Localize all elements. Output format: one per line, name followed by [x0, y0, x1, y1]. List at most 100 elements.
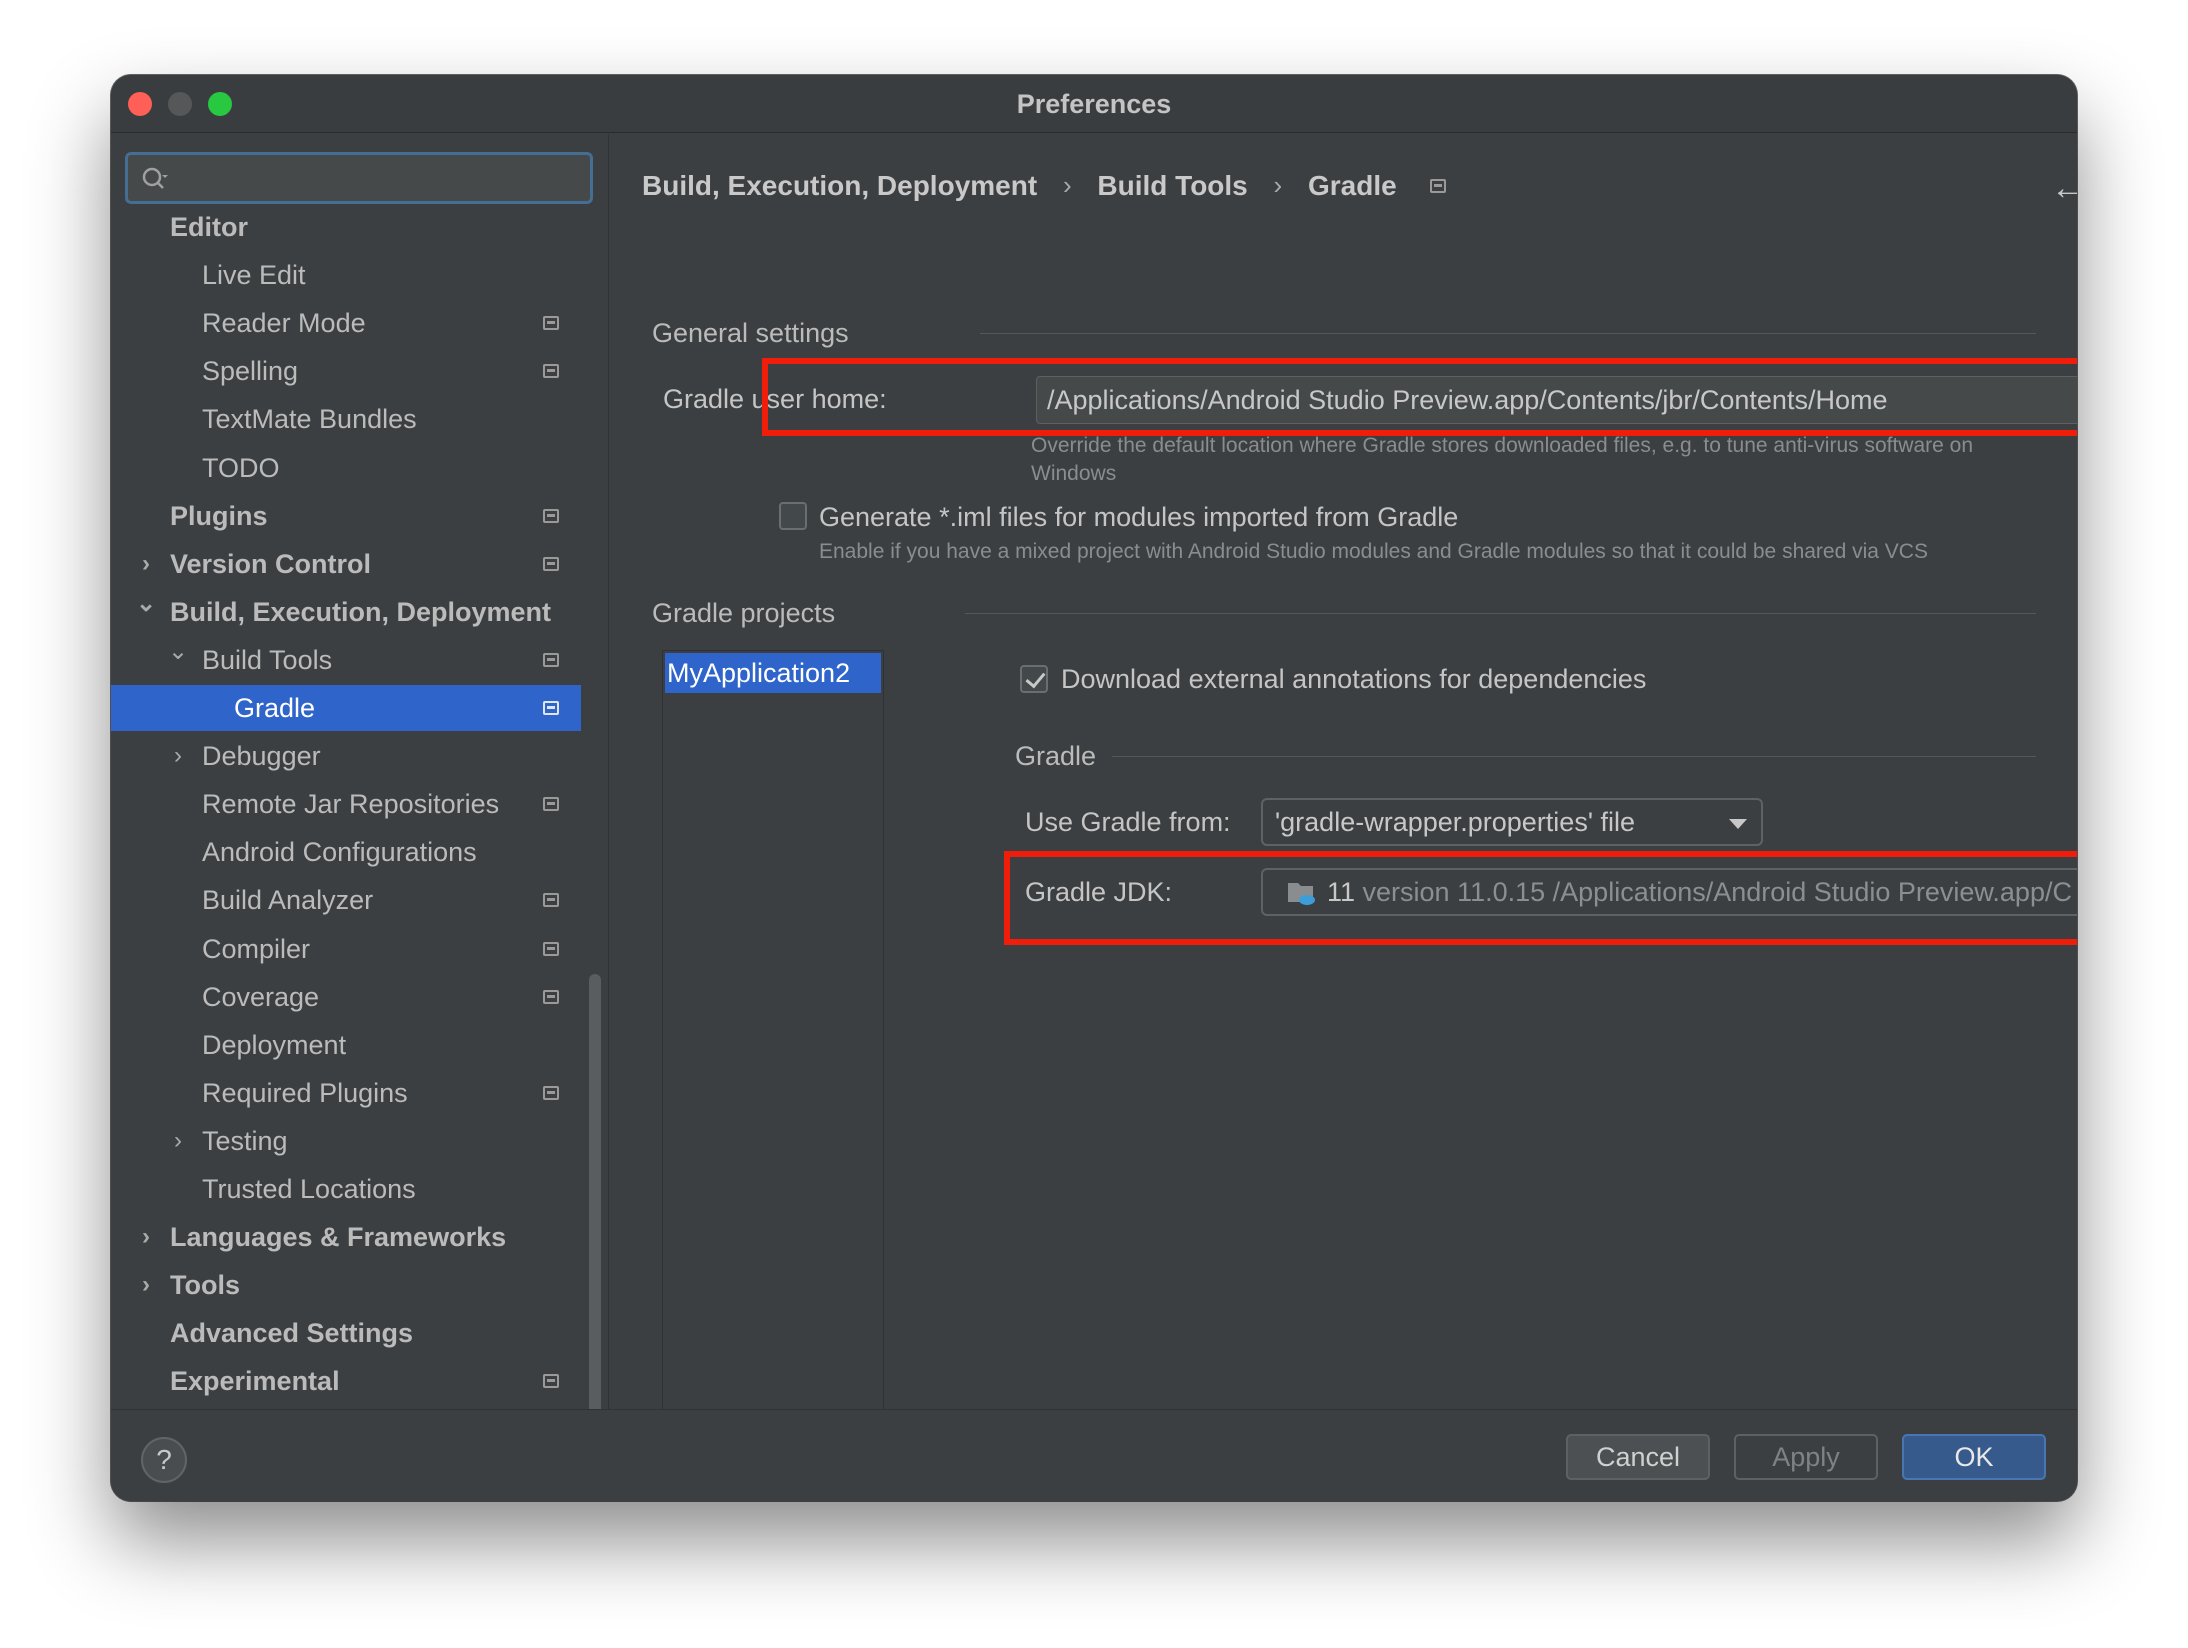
- sidebar-item-languages-frameworks[interactable]: › Languages & Frameworks: [111, 1214, 581, 1260]
- sidebar-item-label: Gradle: [234, 693, 316, 723]
- sidebar-item-trusted-locations[interactable]: Trusted Locations: [111, 1166, 581, 1212]
- use-gradle-from-label: Use Gradle from:: [1025, 807, 1231, 837]
- sidebar-item-label: Android Configurations: [202, 837, 477, 867]
- settings-content: Build, Execution, Deployment › Build Too…: [610, 134, 2077, 1450]
- help-button[interactable]: ?: [141, 1437, 187, 1483]
- sidebar-item-label: Required Plugins: [202, 1078, 408, 1108]
- sidebar-item-gradle[interactable]: Gradle: [111, 685, 581, 731]
- project-level-icon: [543, 797, 559, 811]
- download-annotations-label[interactable]: Download external annotations for depend…: [1061, 664, 1646, 695]
- dialog-button-bar: ? Cancel Apply OK: [111, 1409, 2077, 1501]
- project-level-icon: [1430, 178, 1447, 193]
- chevron-right-icon[interactable]: ›: [136, 1214, 156, 1260]
- section-divider: [965, 613, 2036, 614]
- section-divider: [1112, 756, 2036, 757]
- breadcrumb: Build, Execution, Deployment › Build Too…: [642, 168, 1447, 208]
- gradle-projects-title: Gradle projects: [652, 598, 836, 628]
- sidebar-item-textmate-bundles[interactable]: TextMate Bundles: [111, 396, 581, 442]
- sidebar-item-build-tools[interactable]: ⌄ Build Tools: [111, 637, 581, 683]
- project-level-icon: [543, 701, 559, 715]
- breadcrumb-item-build-execution-deployment[interactable]: Build, Execution, Deployment: [642, 170, 1037, 202]
- sidebar-item-label: Spelling: [202, 356, 299, 386]
- sidebar-item-version-control[interactable]: › Version Control: [111, 541, 581, 587]
- chevron-down-icon: [1729, 819, 1747, 829]
- breadcrumb-item-build-tools[interactable]: Build Tools: [1097, 170, 1247, 202]
- sidebar-item-label: Remote Jar Repositories: [202, 789, 500, 819]
- sidebar-item-spelling[interactable]: Spelling: [111, 348, 581, 394]
- sidebar-item-advanced-settings[interactable]: Advanced Settings: [111, 1310, 581, 1356]
- general-settings-title: General settings: [652, 318, 849, 348]
- settings-search-input[interactable]: [125, 152, 593, 204]
- project-level-icon: [543, 893, 559, 907]
- sidebar-item-build-execution-deployment[interactable]: ⌄ Build, Execution, Deployment: [111, 589, 581, 635]
- sidebar-item-label: Testing: [202, 1126, 288, 1156]
- sidebar-item-label: Build Tools: [202, 645, 333, 675]
- sidebar-item-label: TextMate Bundles: [202, 404, 417, 434]
- project-level-icon: [543, 653, 559, 667]
- sidebar-item-label: Version Control: [170, 549, 372, 579]
- chevron-down-icon[interactable]: ⌄: [168, 637, 188, 683]
- project-item-myapplication2[interactable]: MyApplication2: [665, 653, 881, 693]
- generate-iml-checkbox[interactable]: [779, 502, 807, 530]
- breadcrumb-item-gradle: Gradle: [1308, 169, 1397, 201]
- search-icon: [142, 167, 168, 189]
- apply-button[interactable]: Apply: [1734, 1434, 1878, 1480]
- back-arrow-icon[interactable]: ←: [2051, 168, 2077, 208]
- project-level-icon: [543, 509, 559, 523]
- sidebar-item-label: Languages & Frameworks: [170, 1222, 507, 1252]
- chevron-right-icon[interactable]: ›: [136, 541, 156, 587]
- gradle-subsection-title: Gradle: [1015, 741, 1097, 771]
- sidebar-item-plugins[interactable]: Plugins: [111, 493, 581, 539]
- sidebar-item-compiler[interactable]: Compiler: [111, 926, 581, 972]
- sidebar-item-required-plugins[interactable]: Required Plugins: [111, 1070, 581, 1116]
- sidebar-item-label: Tools: [170, 1270, 240, 1300]
- sidebar-item-android-configurations[interactable]: Android Configurations: [111, 829, 581, 875]
- breadcrumb-separator: ›: [1273, 170, 1283, 201]
- project-level-icon: [543, 316, 559, 330]
- project-level-icon: [543, 942, 559, 956]
- sidebar-item-testing[interactable]: › Testing: [111, 1118, 581, 1164]
- sidebar-item-label: Trusted Locations: [202, 1174, 416, 1204]
- download-annotations-checkbox[interactable]: [1020, 665, 1048, 693]
- gradle-user-home-hint-cont: Windows: [1031, 462, 1117, 485]
- project-level-icon: [543, 1374, 559, 1388]
- gradle-jdk-highlight: [1004, 851, 2077, 945]
- sidebar-item-live-edit[interactable]: Live Edit: [111, 252, 581, 298]
- window-title: Preferences: [1016, 89, 1172, 119]
- sidebar-item-label: Reader Mode: [202, 308, 366, 338]
- chevron-down-icon[interactable]: ⌄: [136, 589, 156, 635]
- sidebar-item-label: Coverage: [202, 982, 320, 1012]
- preferences-window: Preferences Editor Live Edit Reader Mode Sp…: [111, 75, 2077, 1501]
- chevron-right-icon[interactable]: ›: [136, 1262, 156, 1308]
- sidebar-item-editor[interactable]: Editor: [111, 204, 581, 250]
- sidebar-item-remote-jar-repositories[interactable]: Remote Jar Repositories: [111, 781, 581, 827]
- sidebar-item-experimental[interactable]: Experimental: [111, 1358, 581, 1404]
- settings-sidebar: Editor Live Edit Reader Mode Spelling TextMa…: [111, 134, 609, 1454]
- chevron-right-icon[interactable]: ›: [168, 1118, 188, 1164]
- sidebar-item-reader-mode[interactable]: Reader Mode: [111, 300, 581, 346]
- sidebar-item-label: TODO: [202, 453, 280, 483]
- section-divider: [980, 333, 2036, 334]
- sidebar-item-label: Build Analyzer: [202, 885, 374, 915]
- chevron-right-icon[interactable]: ›: [168, 733, 188, 779]
- sidebar-item-debugger[interactable]: › Debugger: [111, 733, 581, 779]
- sidebar-item-tools[interactable]: › Tools: [111, 1262, 581, 1308]
- use-gradle-from-value: 'gradle-wrapper.properties' file: [1275, 807, 1635, 837]
- ok-button[interactable]: OK: [1902, 1434, 2046, 1480]
- gradle-user-home-highlight: [762, 358, 2077, 436]
- sidebar-item-todo[interactable]: TODO: [111, 445, 581, 491]
- sidebar-item-label: Editor: [170, 212, 248, 242]
- title-bar: Preferences: [111, 75, 2077, 133]
- use-gradle-from-select[interactable]: 'gradle-wrapper.properties' file: [1261, 798, 1763, 846]
- gradle-user-home-hint: Override the default location where Grad…: [1031, 434, 1974, 457]
- sidebar-item-coverage[interactable]: Coverage: [111, 974, 581, 1020]
- sidebar-scrollbar[interactable]: [589, 974, 601, 1454]
- sidebar-item-deployment[interactable]: Deployment: [111, 1022, 581, 1068]
- generate-iml-label[interactable]: Generate *.iml files for modules importe…: [819, 502, 1458, 533]
- sidebar-item-build-analyzer[interactable]: Build Analyzer: [111, 877, 581, 923]
- sidebar-item-label: Deployment: [202, 1030, 347, 1060]
- project-level-icon: [543, 557, 559, 571]
- breadcrumb-separator: ›: [1062, 170, 1072, 201]
- cancel-button[interactable]: Cancel: [1566, 1434, 1710, 1480]
- gradle-projects-list: MyApplication2: [662, 650, 884, 1450]
